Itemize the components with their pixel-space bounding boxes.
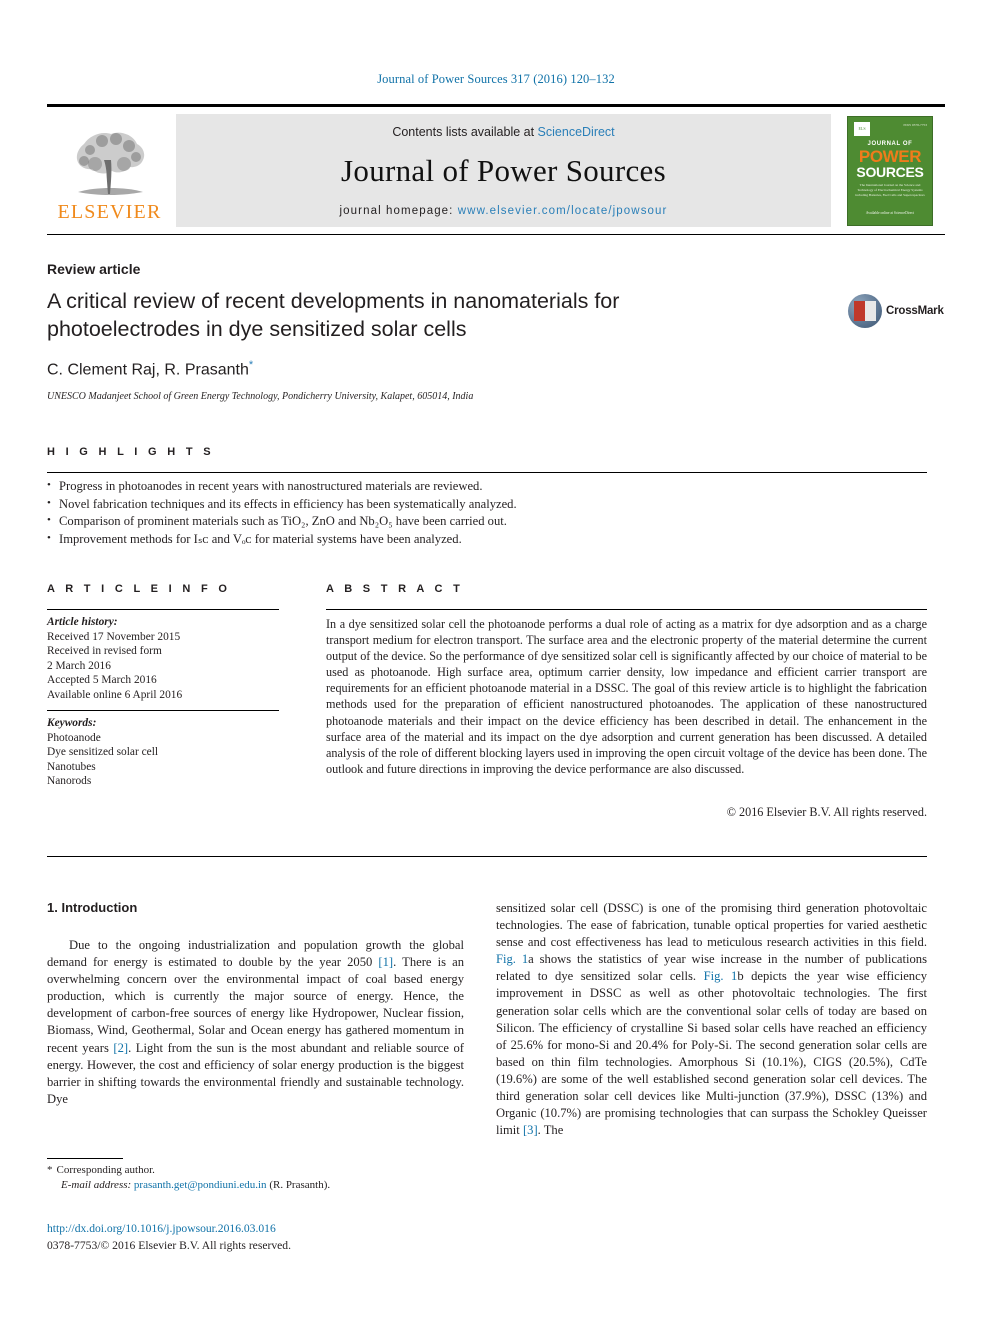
elsevier-logo[interactable]: ELSEVIER (47, 107, 172, 234)
corresponding-author-text: Corresponding author. (56, 1164, 155, 1176)
elsevier-wordmark: ELSEVIER (57, 200, 162, 223)
article-history-line: 2 March 2016 (47, 659, 111, 672)
abstract-copyright: © 2016 Elsevier B.V. All rights reserved… (726, 805, 927, 819)
article-history-line: Received 17 November 2015 (47, 630, 181, 643)
crossmark-label: CrossMark (886, 305, 944, 317)
article-info-heading: A R T I C L E I N F O (47, 583, 231, 595)
list-item: Progress in photoanodes in recent years … (47, 477, 927, 496)
email-note: E-mail address: prasanth.get@pondiuni.ed… (47, 1178, 464, 1193)
article-info-divider (47, 609, 279, 610)
homepage-url-link[interactable]: www.elsevier.com/locate/jpowsour (458, 205, 668, 217)
highlights-heading: H I G H L I G H T S (47, 446, 215, 458)
affiliation: UNESCO Madanjeet School of Green Energy … (47, 391, 474, 402)
keyword-item: Photoanode (47, 731, 101, 744)
section-divider (47, 856, 927, 857)
article-history-line: Accepted 5 March 2016 (47, 674, 157, 687)
article-history-block: Article history: Received 17 November 20… (47, 615, 279, 703)
sciencedirect-link[interactable]: ScienceDirect (538, 125, 615, 139)
abstract-text: In a dye sensitized solar cell the photo… (326, 617, 927, 776)
contents-prefix: Contents lists available at (392, 124, 538, 139)
running-head: Journal of Power Sources 317 (2016) 120–… (377, 72, 615, 86)
figure-ref-1b[interactable]: Fig. 1 (704, 969, 738, 983)
article-history-line: Received in revised form (47, 645, 162, 658)
keyword-item: Dye sensitized solar cell (47, 746, 159, 759)
paragraph-text: sensitized solar cell (DSSC) is one of t… (496, 901, 927, 950)
list-item: Novel fabrication techniques and its eff… (47, 495, 927, 514)
page-title: A critical review of recent developments… (47, 289, 620, 341)
keywords-divider (47, 710, 279, 711)
journal-cover-thumbnail[interactable]: ELS ISSN 0378-7753 JOURNAL OF POWER SOUR… (835, 107, 945, 234)
contents-available-line: Contents lists available at ScienceDirec… (392, 125, 614, 139)
abstract-divider (326, 609, 927, 610)
footnote-block: * Corresponding author. E-mail address: p… (47, 1163, 464, 1193)
journal-homepage-line: journal homepage: www.elsevier.com/locat… (340, 205, 668, 217)
journal-masthead: ELSEVIER Contents lists available at Sci… (47, 104, 945, 235)
corresponding-author-note: * Corresponding author. (47, 1163, 464, 1178)
keyword-item: Nanotubes (47, 760, 96, 773)
body-column-left: 1. Introduction Due to the ongoing indus… (47, 900, 464, 1108)
author-list: C. Clement Raj, R. Prasanth* (47, 359, 253, 379)
email-owner: (R. Prasanth). (269, 1179, 331, 1191)
article-type-label: Review article (47, 261, 141, 277)
journal-title: Journal of Power Sources (341, 152, 666, 188)
abstract-heading: A B S T R A C T (326, 583, 464, 595)
body-column-right: sensitized solar cell (DSSC) is one of t… (496, 900, 927, 1139)
article-history-label: Article history: (47, 616, 118, 628)
homepage-prefix: journal homepage: (339, 204, 458, 217)
footnote-divider (47, 1158, 123, 1159)
article-history-line: Available online 6 April 2016 (47, 688, 183, 701)
cover-line-sources: SOURCES (856, 163, 924, 180)
keywords-block: Keywords: Photoanode Dye sensitized sola… (47, 716, 279, 789)
citation-ref-3[interactable]: [3] (523, 1123, 538, 1137)
journal-cover-image: ELS ISSN 0378-7753 JOURNAL OF POWER SOUR… (847, 115, 933, 226)
masthead-center: Contents lists available at ScienceDirec… (176, 114, 831, 227)
doi-link[interactable]: http://dx.doi.org/10.1016/j.jpowsour.201… (47, 1222, 276, 1235)
highlights-list: Progress in photoanodes in recent years … (47, 477, 927, 549)
paper-page: Journal of Power Sources 317 (2016) 120–… (0, 0, 992, 1323)
paragraph-text: . The (537, 1123, 564, 1138)
paragraph: sensitized solar cell (DSSC) is one of t… (496, 900, 927, 1139)
cover-issn-note: ISSN 0378-7753 (903, 122, 927, 127)
list-item: Improvement methods for Iₛᴄ and Vₒᴄ for … (47, 530, 927, 549)
footnote-star-marker: * (47, 1164, 53, 1176)
paragraph-text: b depicts the year wise efficiency impro… (496, 969, 927, 1138)
author-names: C. Clement Raj, R. Prasanth (47, 361, 249, 379)
figure-ref-1a[interactable]: Fig. 1 (496, 952, 528, 966)
issn-copyright-line: 0378-7753/© 2016 Elsevier B.V. All right… (47, 1239, 291, 1252)
list-item: Comparison of prominent materials such a… (47, 512, 927, 531)
keywords-label: Keywords: (47, 717, 97, 729)
email-link[interactable]: prasanth.get@pondiuni.edu.in (134, 1179, 267, 1191)
cover-elsevier-mark: ELS (854, 121, 870, 136)
citation-ref-1[interactable]: [1] (378, 955, 393, 969)
paragraph: Due to the ongoing industrialization and… (47, 937, 464, 1108)
email-label: E-mail address: (61, 1179, 132, 1191)
corresponding-author-marker: * (248, 359, 254, 371)
section-heading-introduction: 1. Introduction (47, 900, 138, 915)
crossmark-badge[interactable]: CrossMark (848, 294, 944, 328)
cover-subtitle: The International Journal on the Science… (855, 182, 925, 197)
cover-footer-note: Available online at ScienceDirect (865, 210, 915, 215)
highlights-divider (47, 472, 927, 473)
citation-ref-2[interactable]: [2] (113, 1041, 128, 1055)
keyword-item: Nanorods (47, 775, 92, 788)
cover-line-power: POWER (858, 146, 922, 166)
cover-line-journal-of: JOURNAL OF (867, 140, 913, 147)
crossmark-icon (848, 294, 882, 328)
elsevier-tree-icon (76, 132, 144, 195)
